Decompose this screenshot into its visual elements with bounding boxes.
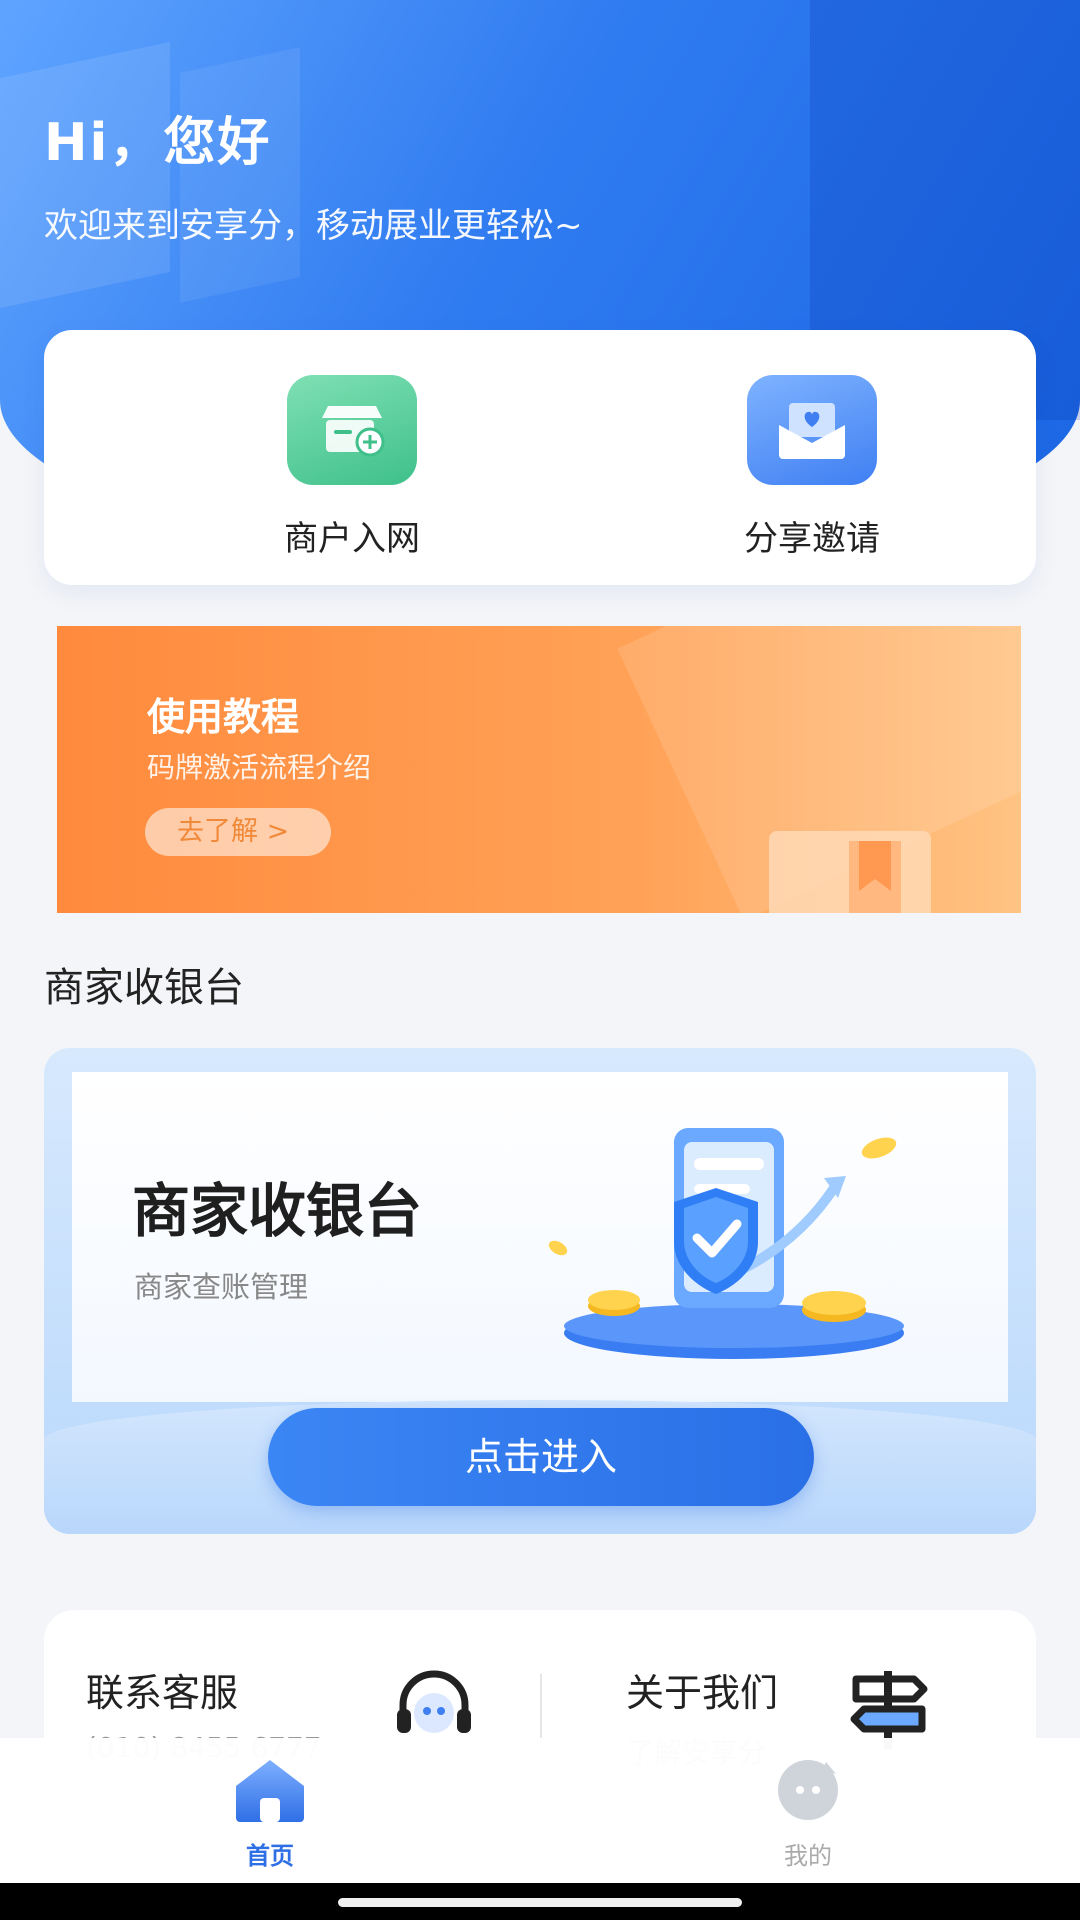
tutorial-title: 使用教程 bbox=[147, 695, 300, 739]
learn-more-button[interactable]: 去了解 > bbox=[145, 808, 331, 856]
phone-shield-illustration bbox=[548, 1128, 904, 1359]
tab-mine[interactable]: 我的 bbox=[728, 1756, 888, 1871]
chat-face-icon bbox=[778, 1760, 838, 1820]
contact-service-title: 联系客服 bbox=[86, 1671, 239, 1715]
share-invite-button[interactable]: 分享邀请 bbox=[692, 375, 932, 560]
quick-action-label: 分享邀请 bbox=[744, 519, 880, 559]
tab-home[interactable]: 首页 bbox=[190, 1756, 350, 1871]
enter-cashier-button[interactable]: 点击进入 bbox=[268, 1408, 814, 1506]
cashier-subtitle: 商家查账管理 bbox=[134, 1270, 309, 1304]
mail-heart-icon bbox=[747, 375, 877, 485]
tutorial-banner[interactable]: 使用教程 码牌激活流程介绍 去了解 > bbox=[57, 626, 1021, 913]
merchant-onboarding-button[interactable]: 商户入网 bbox=[232, 375, 472, 560]
greeting-text: Hi，您好 bbox=[44, 113, 272, 173]
cashier-section-title: 商家收银台 bbox=[44, 965, 244, 1011]
header-decoration bbox=[0, 41, 170, 309]
tab-home-label: 首页 bbox=[246, 1842, 294, 1870]
tutorial-subtitle: 码牌激活流程介绍 bbox=[147, 751, 372, 784]
about-us-title: 关于我们 bbox=[626, 1671, 779, 1715]
home-indicator[interactable] bbox=[338, 1898, 742, 1907]
store-add-icon bbox=[287, 375, 417, 485]
quick-actions-card: 商户入网 分享邀请 bbox=[44, 330, 1036, 585]
header-decoration bbox=[180, 47, 300, 303]
home-screen: Hi，您好 欢迎来到安享分，移动展业更轻松~ 商户入网 分享邀请 使用教程 码牌… bbox=[0, 0, 1080, 1920]
book-icon bbox=[769, 831, 931, 913]
quick-action-label: 商户入网 bbox=[284, 519, 420, 559]
bottom-tab-bar: 首页 我的 bbox=[0, 1738, 1080, 1883]
cashier-card: 商家收银台 商家查账管理 点击进入 bbox=[44, 1048, 1036, 1534]
home-icon bbox=[236, 1760, 304, 1822]
tab-mine-label: 我的 bbox=[784, 1842, 832, 1870]
welcome-text: 欢迎来到安享分，移动展业更轻松~ bbox=[44, 206, 583, 246]
cashier-title: 商家收银台 bbox=[132, 1177, 423, 1245]
